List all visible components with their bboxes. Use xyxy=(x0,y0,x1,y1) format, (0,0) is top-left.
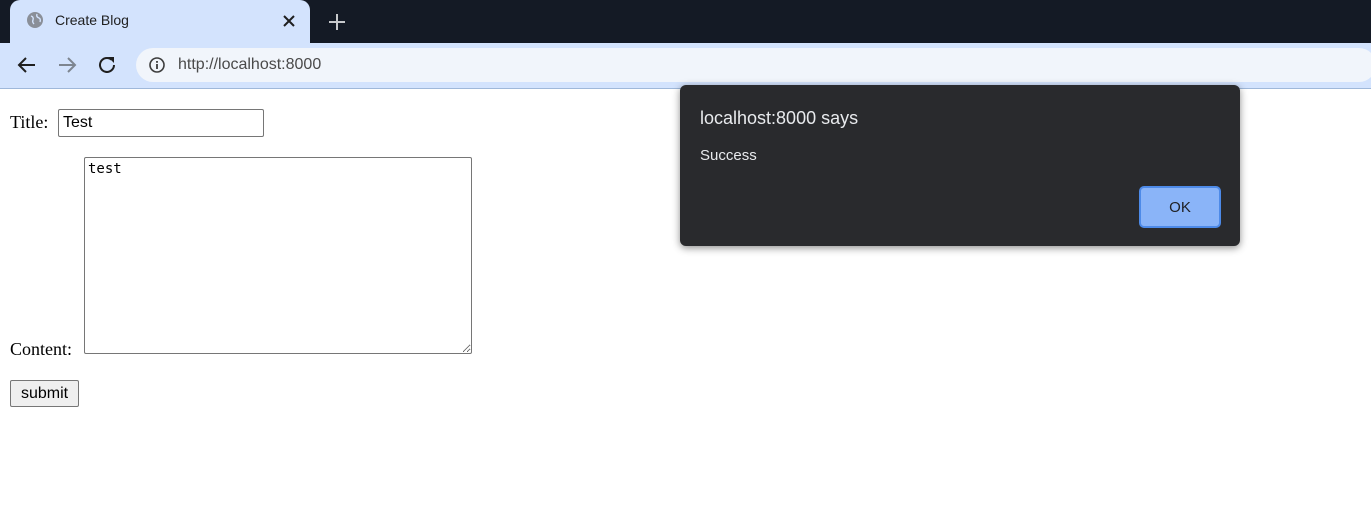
content-label: Content: xyxy=(10,339,72,359)
title-label: Title: xyxy=(10,112,49,132)
submit-button[interactable]: submit xyxy=(10,380,79,407)
address-bar[interactable]: http://localhost:8000 xyxy=(136,48,1371,82)
dialog-message: Success xyxy=(700,147,757,164)
reload-icon[interactable] xyxy=(95,53,119,77)
tab-title: Create Blog xyxy=(55,12,129,28)
dialog-title: localhost:8000 says xyxy=(700,108,859,128)
browser-toolbar: http://localhost:8000 xyxy=(0,43,1371,89)
tab-strip: Create Blog xyxy=(0,0,1371,43)
globe-icon xyxy=(26,11,44,29)
ok-button[interactable]: OK xyxy=(1139,186,1221,228)
close-icon[interactable] xyxy=(280,12,298,30)
alert-dialog: localhost:8000 says Success OK xyxy=(680,85,1240,246)
content-textarea[interactable]: test xyxy=(84,157,472,354)
arrow-right-icon[interactable] xyxy=(55,53,79,77)
tab-create-blog[interactable]: Create Blog xyxy=(10,0,310,43)
arrow-left-icon[interactable] xyxy=(15,53,39,77)
title-input[interactable] xyxy=(58,109,264,137)
info-icon[interactable] xyxy=(149,57,165,73)
plus-icon[interactable] xyxy=(326,11,348,33)
url-text[interactable]: http://localhost:8000 xyxy=(178,56,321,74)
